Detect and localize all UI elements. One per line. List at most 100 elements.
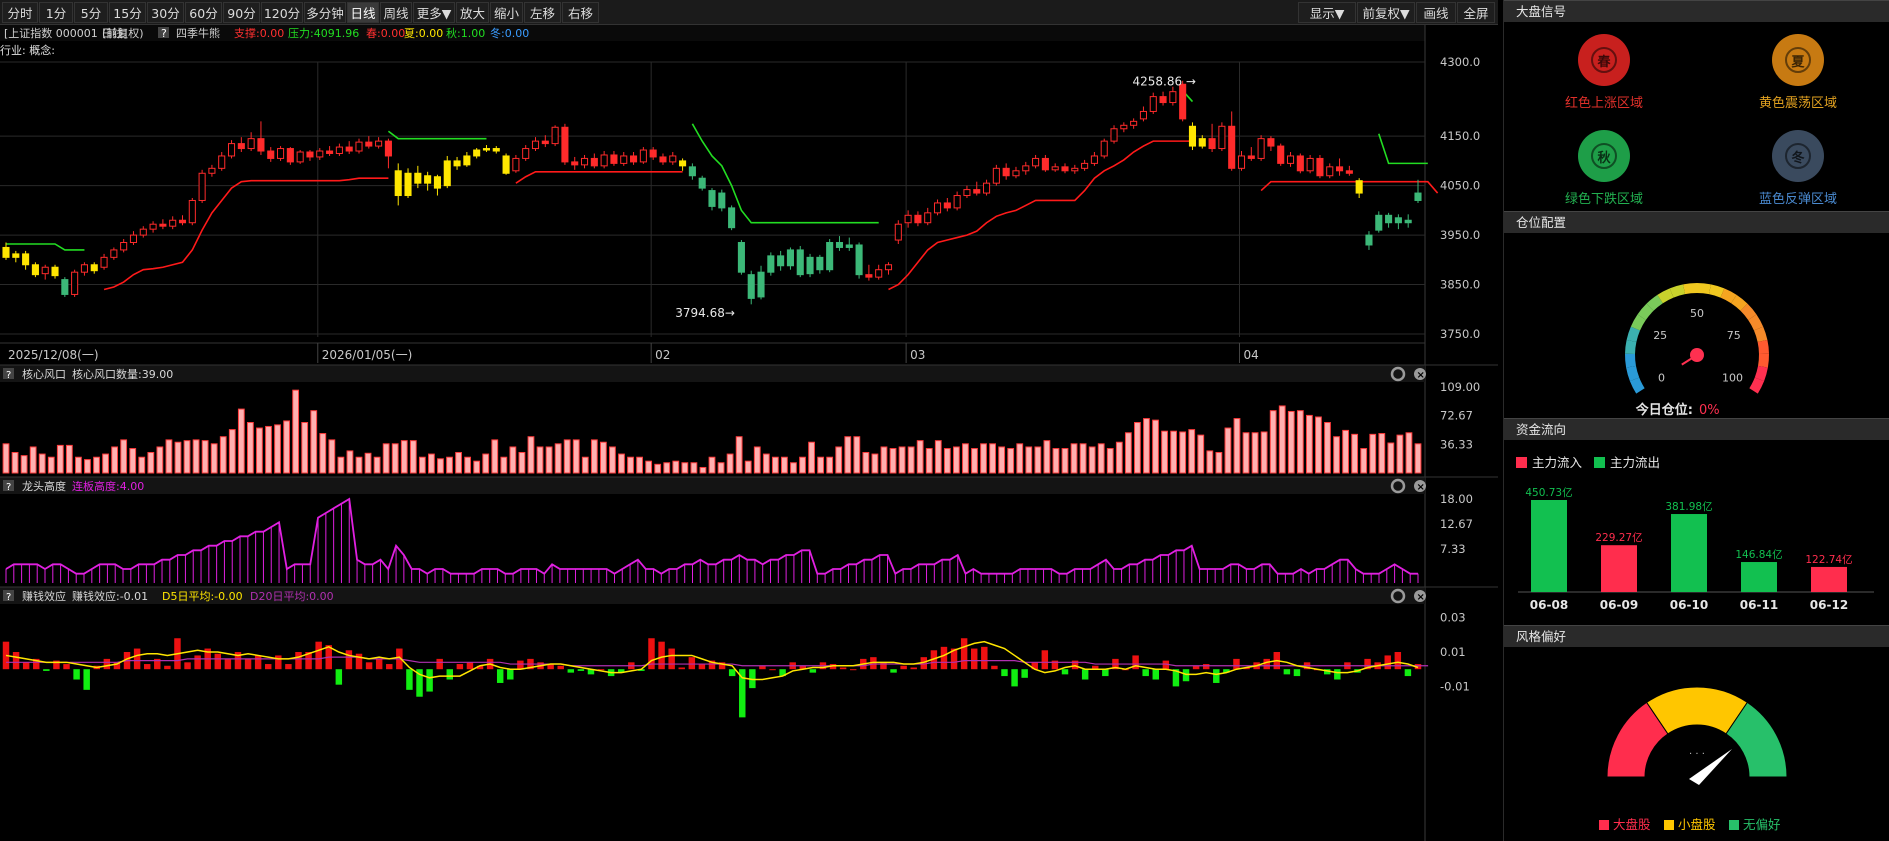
wind-bar: [952, 446, 960, 474]
date-label-1: 2026/01/05(一): [322, 348, 413, 362]
wind-bar: [1106, 448, 1114, 474]
wind-bar: [590, 439, 598, 474]
wind-bar: [165, 439, 173, 474]
flow-date-label: 06-08: [1530, 598, 1568, 612]
candle-body: [257, 138, 265, 152]
position-section: 仓位配置 0 25 50 75 100 今日仓位: 0%: [1504, 211, 1889, 425]
period-button-9[interactable]: 日线: [347, 2, 379, 23]
flow-bar: [1741, 562, 1777, 592]
profit-bar: [456, 664, 464, 670]
wind-bar: [835, 446, 843, 474]
toolbar-right-button-2[interactable]: 画线: [1416, 2, 1456, 23]
wind-bar: [753, 446, 761, 474]
period-button-12[interactable]: 放大: [456, 2, 489, 23]
candle-body: [1345, 170, 1353, 174]
legend-inflow: 主力流入: [1532, 455, 1583, 470]
wind-bar: [717, 462, 725, 474]
candle-body: [12, 253, 20, 258]
candle-body: [414, 172, 422, 184]
candle-body: [1208, 138, 1216, 150]
candle-body: [306, 151, 314, 158]
period-button-8[interactable]: 多分钟: [304, 2, 346, 23]
wind-bar: [1269, 410, 1277, 474]
period-button-11[interactable]: 更多▼: [413, 2, 455, 23]
profit-bar: [678, 667, 685, 670]
candle-body: [149, 223, 157, 230]
toolbar-right-button-0[interactable]: 显示▼: [1298, 2, 1356, 23]
candle-body: [1032, 157, 1040, 167]
period-button-1[interactable]: 1分: [39, 2, 73, 23]
wind-bar: [183, 440, 191, 474]
gauge-tick: 75: [1727, 329, 1741, 342]
candle-body: [502, 155, 510, 174]
candle-body: [914, 214, 922, 224]
style-legend-swatch: [1599, 820, 1609, 830]
close-x: ×: [1417, 592, 1425, 603]
wind-bar: [1251, 432, 1259, 474]
style-legend-label: 大盘股: [1613, 817, 1651, 832]
candle-body: [296, 151, 304, 163]
candle-body: [512, 157, 520, 172]
profit-bar: [295, 652, 302, 670]
wind-bar: [111, 446, 119, 474]
candle-body: [590, 157, 598, 167]
wind-bar: [518, 451, 526, 474]
period-button-13[interactable]: 缩小: [490, 2, 523, 23]
period-button-5[interactable]: 60分: [185, 2, 222, 23]
period-button-10[interactable]: 周线: [380, 2, 412, 23]
candle-body: [1120, 124, 1128, 130]
chart-area[interactable]: [上证指数 000001 日线] (前复权)? 四季牛熊 支撑:0.00 压力:4091…: [0, 25, 1498, 841]
info-text-1: (前复权): [102, 26, 144, 40]
style-title: 风格偏好: [1504, 625, 1889, 647]
period-toolbar: 分时 1分 5分 15分 30分 60分 90分 120分 多分钟 日线 周线 更多▼ 放大 缩小 左移 右移…: [0, 0, 1498, 25]
profit-bar: [103, 658, 111, 670]
period-button-0[interactable]: 分时: [2, 2, 38, 23]
chart-canvas[interactable]: [上证指数 000001 日线](前复权)? 四季牛熊 支撑:0.00 压力:4091…: [0, 25, 1498, 841]
toolbar-right-button-3[interactable]: 全屏: [1457, 2, 1495, 23]
toolbar-right-button-1[interactable]: 前复权▼: [1357, 2, 1415, 23]
wind-bar: [500, 456, 508, 474]
style-section: 风格偏好 · · · 大盘股 小盘股 无偏好: [1504, 625, 1889, 841]
wind-bar: [1233, 418, 1241, 474]
profit-bar: [809, 669, 817, 673]
candle-body: [404, 172, 412, 197]
profit-bar: [446, 669, 453, 680]
period-button-4[interactable]: 30分: [147, 2, 184, 23]
fund-flow-chart: 主力流入 主力流出 450.73亿 06-08 229.27亿 06-09 381.98亿 0…: [1516, 455, 1874, 612]
candle-body: [129, 234, 138, 244]
candle-body: [531, 140, 540, 150]
wind-bar: [645, 460, 653, 474]
profit-bar: [43, 669, 50, 671]
period-button-7[interactable]: 120分: [261, 2, 303, 23]
style-legend-label: 无偏好: [1743, 817, 1781, 832]
period-button-14[interactable]: 左移: [524, 2, 561, 23]
period-button-2[interactable]: 5分: [74, 2, 108, 23]
date-label-0: 2025/12/08(一): [8, 348, 99, 362]
period-button-6[interactable]: 90分: [223, 2, 260, 23]
period-button-15[interactable]: 右移: [562, 2, 599, 23]
candle-body: [747, 274, 755, 299]
wind-bar: [654, 463, 662, 474]
candle-body: [237, 143, 245, 150]
candle-body: [1306, 157, 1314, 172]
wind-bar: [1287, 410, 1295, 474]
wind-bar: [337, 456, 345, 474]
profit-bar: [83, 669, 90, 690]
flow-value-label: 381.98亿: [1665, 500, 1712, 513]
candle-body: [51, 266, 59, 277]
candle-body: [728, 207, 736, 229]
candle-body: [1041, 157, 1049, 171]
candle-body: [1237, 155, 1246, 169]
info-text-4: 支撑:0.00: [234, 26, 284, 40]
candle-body: [845, 244, 853, 248]
candle-body: [786, 249, 794, 267]
wind-bar: [545, 446, 553, 474]
panel-title-0: 核心风口: [22, 367, 66, 381]
profit-bar: [275, 655, 282, 670]
info-text-3: 四季牛熊: [176, 26, 220, 40]
period-button-3[interactable]: 15分: [109, 2, 146, 23]
style-legend-label: 小盘股: [1678, 817, 1716, 832]
profit-bar: [164, 665, 171, 670]
candle-body: [1022, 165, 1030, 172]
profit-bar: [880, 662, 887, 670]
